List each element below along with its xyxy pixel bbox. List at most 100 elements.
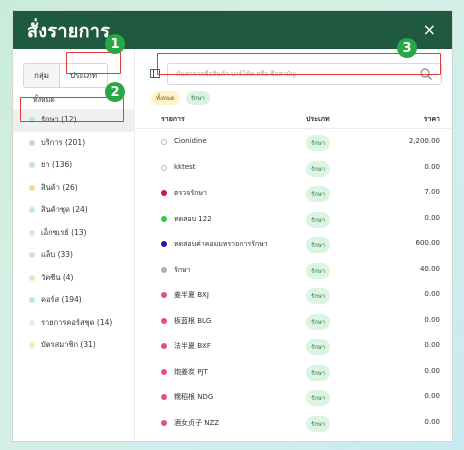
category-label: วัคซีน (4) xyxy=(41,272,74,282)
type-badge: รักษา xyxy=(306,262,331,279)
table-row[interactable]: ทดสอบ 122 รักษา 0.00 xyxy=(135,206,452,232)
category-label: เอ็กซเรย์ (13) xyxy=(41,227,87,237)
category-color-dot xyxy=(29,274,35,281)
type-badge: รักษา xyxy=(306,288,331,304)
category-label: บริการ (201) xyxy=(41,137,86,147)
item-color-dot xyxy=(161,317,167,324)
item-price: 0.00 xyxy=(424,341,440,349)
column-header-type: ประเภท xyxy=(306,115,330,123)
active-filters: ทั้งหมด รักษา xyxy=(151,91,210,105)
category-label: บัตรสมาชิก (31) xyxy=(41,340,96,350)
category-item[interactable]: แล็บ (33) xyxy=(13,244,135,267)
callout-box-category xyxy=(20,97,124,122)
item-price: 0.00 xyxy=(424,392,440,400)
item-price: 40.00 xyxy=(419,264,440,273)
category-item[interactable]: สินค้าชุด (24) xyxy=(13,199,135,222)
item-panel: ทั้งหมด รักษา รายการ ประเภท ราคา Cionidi… xyxy=(135,49,452,441)
item-color-dot xyxy=(161,139,167,145)
callout-badge-1: 1 xyxy=(105,34,125,54)
filter-chip-treatment[interactable]: รักษา xyxy=(185,91,210,105)
table-row[interactable]: 炮姜炭 PJT รักษา 0.00 xyxy=(135,359,452,385)
close-icon[interactable]: × xyxy=(423,22,436,38)
table-row[interactable]: 糯稻根 NDG รักษา 0.00 xyxy=(135,384,452,410)
category-color-dot xyxy=(29,184,35,191)
category-label: ยา (136) xyxy=(41,160,73,170)
item-name: 糯稻根 NDG xyxy=(174,393,214,401)
table-row[interactable]: 酒女贞子 NZZ รักษา 0.00 xyxy=(135,410,452,436)
callout-badge-3: 3 xyxy=(397,38,417,58)
item-name: Cionidine xyxy=(174,137,207,145)
category-item[interactable]: วัคซีน (4) xyxy=(13,267,135,290)
category-label: สินค้าชุด (24) xyxy=(41,205,88,215)
item-price: 7.00 xyxy=(424,188,440,196)
item-color-dot xyxy=(161,241,167,247)
type-badge: รักษา xyxy=(306,237,331,253)
item-name: ทดสอบค่าคอมมหรายการรักษา xyxy=(174,240,268,248)
table-row[interactable]: รักษา รักษา 40.00 xyxy=(135,257,452,283)
category-color-dot xyxy=(29,297,35,304)
category-item[interactable]: บัตรสมาชิก (31) xyxy=(13,334,135,357)
callout-box-search xyxy=(157,53,441,75)
category-color-dot xyxy=(29,162,35,169)
type-badge: รักษา xyxy=(306,313,331,330)
table-row[interactable]: 法半夏 BXF รักษา 0.00 xyxy=(135,333,452,359)
item-color-dot xyxy=(161,394,167,400)
category-label: แล็บ (33) xyxy=(41,250,73,260)
modal-title: สั่งรายการ xyxy=(27,20,111,42)
type-badge: รักษา xyxy=(306,211,331,228)
item-price: 0.00 xyxy=(424,162,440,171)
item-name: 法半夏 BXF xyxy=(174,342,211,350)
callout-badge-2: 2 xyxy=(105,82,125,102)
item-name: 姜半夏 BXJ xyxy=(174,291,209,299)
item-price: 0.00 xyxy=(424,366,440,375)
table-header: รายการ ประเภท ราคา xyxy=(135,107,452,129)
column-header-price: ราคา xyxy=(423,115,440,123)
item-color-dot xyxy=(161,215,167,222)
category-color-dot xyxy=(29,139,35,146)
item-name: kktest xyxy=(174,162,196,171)
type-badge: รักษา xyxy=(306,135,331,151)
tab-group[interactable]: กลุ่ม xyxy=(24,64,60,87)
category-item[interactable]: รายการคอร์สชุด (14) xyxy=(13,312,135,335)
table-row[interactable]: 姜半夏 BXJ รักษา 0.00 xyxy=(135,282,452,308)
type-badge: รักษา xyxy=(306,186,331,202)
type-badge: รักษา xyxy=(306,390,331,406)
category-label: รายการคอร์สชุด (14) xyxy=(41,317,113,327)
category-color-dot xyxy=(29,207,35,214)
table-row[interactable]: Cionidine รักษา 2,200.00 xyxy=(135,129,452,155)
filter-chip-all[interactable]: ทั้งหมด xyxy=(151,91,180,105)
column-header-name: รายการ xyxy=(161,115,185,123)
item-name: ตรวจรักษา xyxy=(174,189,207,197)
table-row[interactable]: 板蓝根 BLG รักษา 0.00 xyxy=(135,308,452,334)
category-item[interactable]: เอ็กซเรย์ (13) xyxy=(13,222,135,245)
table-row[interactable]: ตรวจรักษา รักษา 7.00 xyxy=(135,180,452,206)
table-row[interactable]: kktest รักษา 0.00 xyxy=(135,155,452,181)
category-list: รักษา (12) บริการ (201) ยา (136) สินค้า (26… xyxy=(13,109,135,357)
item-name: 炮姜炭 PJT xyxy=(174,367,208,376)
item-color-dot xyxy=(161,266,167,273)
category-color-dot xyxy=(29,319,35,326)
category-item[interactable]: ยา (136) xyxy=(13,154,135,177)
category-item[interactable]: บริการ (201) xyxy=(13,132,135,155)
category-color-dot xyxy=(29,252,35,259)
item-name: รักษา xyxy=(174,265,191,274)
item-color-dot xyxy=(161,292,167,298)
item-price: 600.00 xyxy=(415,239,441,247)
item-color-dot xyxy=(161,368,167,375)
type-badge: รักษา xyxy=(306,415,331,432)
item-price: 2,200.00 xyxy=(408,137,440,145)
item-name: ทดสอบ 122 xyxy=(174,214,212,223)
table-row[interactable]: ทดสอบค่าคอมมหรายการรักษา รักษา 600.00 xyxy=(135,231,452,257)
category-color-dot xyxy=(29,342,35,349)
callout-box-type-tab xyxy=(66,52,121,74)
item-table: Cionidine รักษา 2,200.00 kktest รักษา 0.00 ตรว… xyxy=(135,129,452,435)
item-color-dot xyxy=(161,419,167,426)
type-badge: รักษา xyxy=(306,364,331,381)
type-badge: รักษา xyxy=(306,160,331,177)
item-color-dot xyxy=(161,190,167,196)
category-label: สินค้า (26) xyxy=(41,182,78,192)
category-item[interactable]: สินค้า (26) xyxy=(13,177,135,200)
category-color-dot xyxy=(29,229,35,236)
category-item[interactable]: คอร์ส (194) xyxy=(13,289,135,312)
item-price: 0.00 xyxy=(424,290,440,298)
